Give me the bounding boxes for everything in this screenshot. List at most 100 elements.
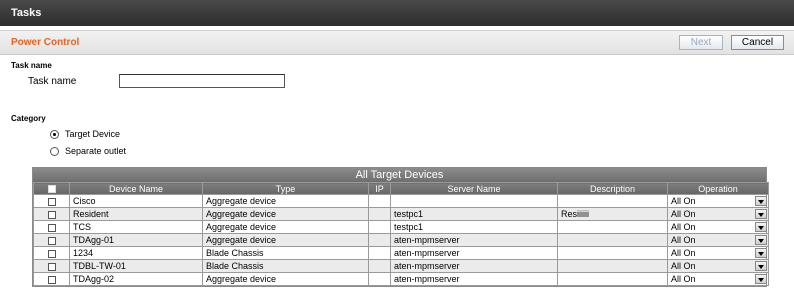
checkbox-icon[interactable] bbox=[47, 210, 56, 219]
row-checkbox[interactable] bbox=[33, 246, 70, 260]
page-header: Power Control Next Cancel bbox=[0, 30, 794, 55]
checkbox-icon[interactable] bbox=[47, 236, 56, 245]
table-row[interactable]: TDBL-TW-01 Blade Chassis aten-mpmserver … bbox=[33, 259, 769, 273]
table-row[interactable]: TDAgg-01 Aggregate device aten-mpmserver… bbox=[33, 233, 769, 247]
table-row[interactable]: Resident Aggregate device testpc1 Resiii… bbox=[33, 207, 769, 221]
cancel-button[interactable]: Cancel bbox=[731, 35, 784, 50]
ip-cell bbox=[368, 259, 391, 273]
server-name-cell: testpc1 bbox=[390, 220, 558, 234]
page-title: Power Control bbox=[11, 37, 80, 48]
description-cell bbox=[557, 246, 668, 260]
description-cell bbox=[557, 194, 668, 208]
device-name-cell: TDAgg-02 bbox=[69, 272, 203, 286]
operation-value: All On bbox=[671, 209, 696, 219]
type-cell: Aggregate device bbox=[202, 233, 369, 247]
server-name-cell: aten-mpmserver bbox=[390, 259, 558, 273]
description-cell bbox=[557, 259, 668, 273]
device-name-cell: TCS bbox=[69, 220, 203, 234]
server-name-cell: aten-mpmserver bbox=[390, 272, 558, 286]
dropdown-arrow-icon[interactable] bbox=[755, 196, 767, 206]
table-row[interactable]: 1234 Blade Chassis aten-mpmserver All On bbox=[33, 246, 769, 260]
radio-button-icon[interactable] bbox=[50, 146, 59, 156]
column-header-operation[interactable]: Operation bbox=[667, 182, 769, 195]
dropdown-arrow-icon[interactable] bbox=[755, 248, 767, 258]
row-checkbox[interactable] bbox=[33, 259, 70, 273]
operation-select[interactable]: All On bbox=[667, 246, 769, 260]
checkbox-icon[interactable] bbox=[47, 262, 56, 271]
row-checkbox[interactable] bbox=[33, 233, 70, 247]
operation-value: All On bbox=[671, 196, 696, 206]
type-cell: Aggregate device bbox=[202, 220, 369, 234]
row-checkbox[interactable] bbox=[33, 194, 70, 208]
select-all-checkbox[interactable] bbox=[33, 182, 70, 195]
type-cell: Blade Chassis bbox=[202, 246, 369, 260]
operation-select[interactable]: All On bbox=[667, 259, 769, 273]
task-name-label: Task name bbox=[28, 76, 77, 87]
dropdown-arrow-icon[interactable] bbox=[755, 274, 767, 284]
ip-cell bbox=[368, 246, 391, 260]
window-title: Tasks bbox=[0, 0, 794, 26]
column-header-description[interactable]: Description bbox=[557, 182, 668, 195]
operation-value: All On bbox=[671, 261, 696, 271]
ip-cell bbox=[368, 220, 391, 234]
description-cell bbox=[557, 220, 668, 234]
row-checkbox[interactable] bbox=[33, 207, 70, 221]
device-name-cell: TDBL-TW-01 bbox=[69, 259, 203, 273]
radio-target-device[interactable]: Target Device bbox=[50, 129, 120, 139]
type-cell: Blade Chassis bbox=[202, 259, 369, 273]
device-name-cell: 1234 bbox=[69, 246, 203, 260]
server-name-cell: aten-mpmserver bbox=[390, 246, 558, 260]
row-checkbox[interactable] bbox=[33, 220, 70, 234]
operation-value: All On bbox=[671, 274, 696, 284]
column-header-server-name[interactable]: Server Name bbox=[390, 182, 558, 195]
table-row[interactable]: TDAgg-02 Aggregate device aten-mpmserver… bbox=[33, 272, 769, 286]
category-section-title: Category bbox=[11, 114, 46, 123]
server-name-cell bbox=[390, 194, 558, 208]
checkbox-icon[interactable] bbox=[47, 223, 56, 232]
operation-value: All On bbox=[671, 222, 696, 232]
column-header-type[interactable]: Type bbox=[202, 182, 369, 195]
device-name-cell: Cisco bbox=[69, 194, 203, 208]
row-checkbox[interactable] bbox=[33, 272, 70, 286]
column-header-ip[interactable]: IP bbox=[368, 182, 391, 195]
radio-separate-outlet[interactable]: Separate outlet bbox=[50, 146, 126, 156]
server-name-cell: aten-mpmserver bbox=[390, 233, 558, 247]
ip-cell bbox=[368, 272, 391, 286]
dropdown-arrow-icon[interactable] bbox=[755, 261, 767, 271]
checkbox-icon[interactable] bbox=[47, 249, 56, 258]
table-row[interactable]: Cisco Aggregate device All On bbox=[33, 194, 769, 208]
description-cell: Resiiiiii bbox=[557, 207, 668, 221]
next-button[interactable]: Next bbox=[679, 35, 723, 50]
radio-label: Target Device bbox=[65, 129, 121, 139]
radio-button-icon[interactable] bbox=[50, 129, 59, 139]
table-header-row: Device Name Type IP Server Name Descript… bbox=[33, 182, 769, 195]
description-cell bbox=[557, 272, 668, 286]
description-cell bbox=[557, 233, 668, 247]
ip-cell bbox=[368, 207, 391, 221]
operation-select[interactable]: All On bbox=[667, 272, 769, 286]
type-cell: Aggregate device bbox=[202, 272, 369, 286]
ip-cell bbox=[368, 233, 391, 247]
ip-cell bbox=[368, 194, 391, 208]
dropdown-arrow-icon[interactable] bbox=[755, 222, 767, 232]
operation-select[interactable]: All On bbox=[667, 220, 769, 234]
type-cell: Aggregate device bbox=[202, 194, 369, 208]
dropdown-arrow-icon[interactable] bbox=[755, 235, 767, 245]
device-name-cell: TDAgg-01 bbox=[69, 233, 203, 247]
target-devices-table: All Target Devices Device Name Type IP S… bbox=[32, 167, 769, 287]
task-name-section-title: Task name bbox=[11, 61, 52, 70]
operation-select[interactable]: All On bbox=[667, 207, 769, 221]
checkbox-icon[interactable] bbox=[47, 275, 56, 284]
table-title: All Target Devices bbox=[33, 168, 766, 182]
task-name-input[interactable] bbox=[119, 74, 285, 88]
table-row[interactable]: TCS Aggregate device testpc1 All On bbox=[33, 220, 769, 234]
type-cell: Aggregate device bbox=[202, 207, 369, 221]
server-name-cell: testpc1 bbox=[390, 207, 558, 221]
operation-select[interactable]: All On bbox=[667, 194, 769, 208]
dropdown-arrow-icon[interactable] bbox=[755, 209, 767, 219]
checkbox-icon[interactable] bbox=[47, 197, 56, 206]
operation-select[interactable]: All On bbox=[667, 233, 769, 247]
checkbox-icon[interactable] bbox=[47, 185, 56, 194]
column-header-device-name[interactable]: Device Name bbox=[69, 182, 203, 195]
device-name-cell: Resident bbox=[69, 207, 203, 221]
